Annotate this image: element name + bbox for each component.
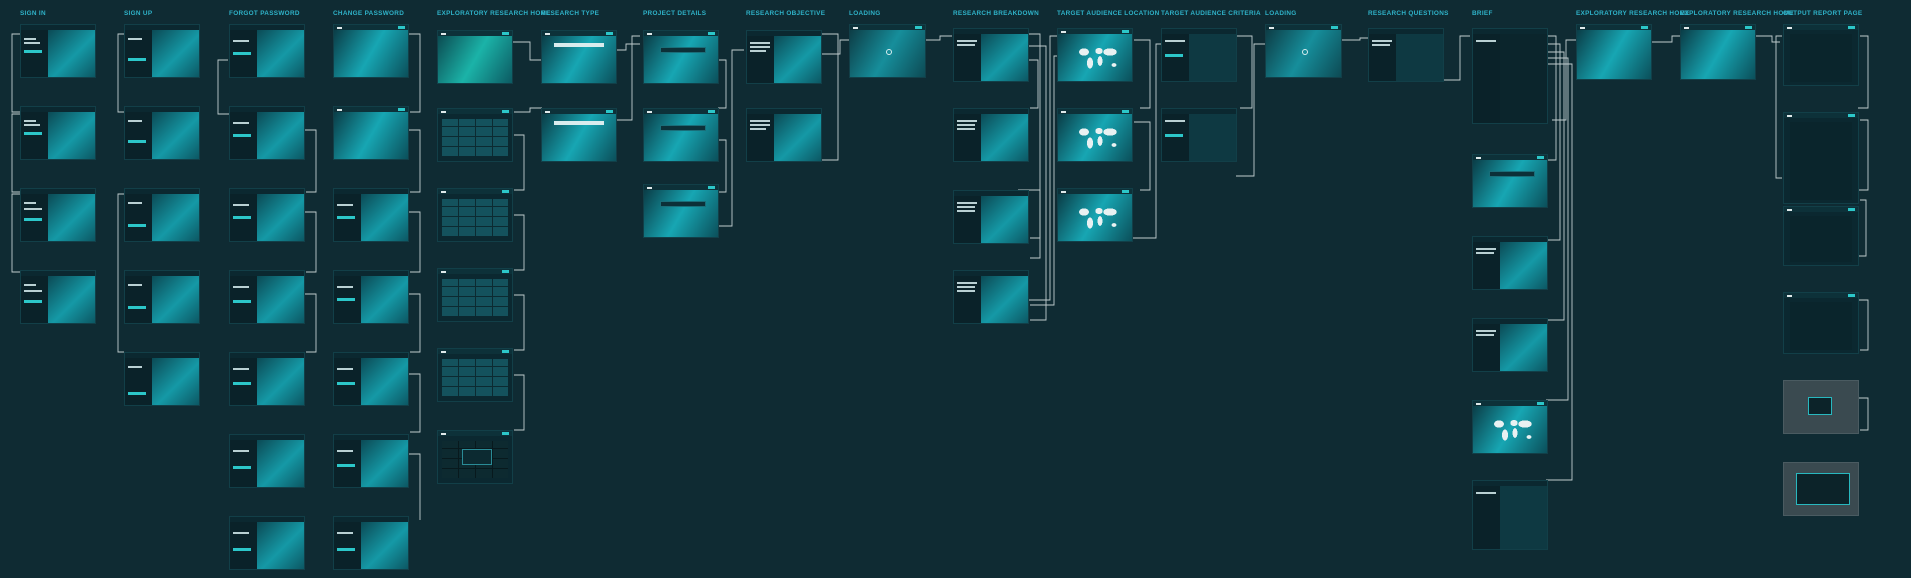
column-label-research-type: RESEARCH TYPE	[541, 10, 600, 17]
column-label-research-questions: RESEARCH QUESTIONS	[1368, 10, 1449, 17]
frame-exploratory-home-grid-4[interactable]	[437, 348, 513, 402]
frame-forgot-password-7[interactable]	[229, 516, 305, 570]
frame-brief-5[interactable]	[1472, 400, 1548, 454]
frame-output-report-2[interactable]	[1783, 112, 1859, 204]
frame-exploratory-home-grid-2[interactable]	[437, 188, 513, 242]
frame-research-breakdown-1[interactable]	[953, 28, 1029, 82]
frame-sign-in-2[interactable]	[20, 106, 96, 160]
frame-target-criteria-2[interactable]	[1161, 108, 1237, 162]
frame-output-report-1[interactable]	[1783, 24, 1859, 86]
frame-brief-2[interactable]	[1472, 154, 1548, 208]
column-label-exploratory-research-home-2: EXPLORATORY RESEARCH HOME	[1576, 10, 1690, 17]
frame-target-location-2[interactable]	[1057, 108, 1133, 162]
frame-project-details-1[interactable]	[643, 30, 719, 84]
column-label-exploratory-research-home: EXPLORATORY RESEARCH HOME	[437, 10, 551, 17]
frame-forgot-password-2[interactable]	[229, 106, 305, 160]
frame-sign-in-4[interactable]	[20, 270, 96, 324]
column-label-research-breakdown: RESEARCH BREAKDOWN	[953, 10, 1039, 17]
frame-sign-up-3[interactable]	[124, 188, 200, 242]
frame-exploratory-home-2[interactable]	[1576, 24, 1652, 80]
column-label-sign-in: SIGN IN	[20, 10, 46, 17]
frame-brief-6[interactable]	[1472, 480, 1548, 550]
flow-canvas: SIGN IN SIGN UP FORGOT PASSWORD CHANGE P…	[0, 0, 1911, 578]
frame-sign-up-4[interactable]	[124, 270, 200, 324]
frame-research-breakdown-2[interactable]	[953, 108, 1029, 162]
frame-exploratory-home-1[interactable]	[437, 30, 513, 84]
column-label-loading: LOADING	[849, 10, 881, 17]
column-label-project-details: PROJECT DETAILS	[643, 10, 707, 17]
frame-target-location-1[interactable]	[1057, 28, 1133, 82]
frame-sign-in-3[interactable]	[20, 188, 96, 242]
frame-exploratory-home-3[interactable]	[1680, 24, 1756, 80]
frame-research-breakdown-3[interactable]	[953, 190, 1029, 244]
frame-sign-up-2[interactable]	[124, 106, 200, 160]
frame-sign-in-1[interactable]	[20, 24, 96, 78]
frame-research-type-2[interactable]	[541, 108, 617, 162]
frame-change-password-7[interactable]	[333, 516, 409, 570]
column-label-target-audience-location: TARGET AUDIENCE LOCATION	[1057, 10, 1160, 17]
frame-change-password-6[interactable]	[333, 434, 409, 488]
column-label-research-objective: RESEARCH OBJECTIVE	[746, 10, 826, 17]
frame-output-report-4[interactable]	[1783, 292, 1859, 354]
frame-sign-up-1[interactable]	[124, 24, 200, 78]
frame-project-details-3[interactable]	[643, 184, 719, 238]
frame-research-objective-1[interactable]	[746, 30, 822, 84]
frame-forgot-password-3[interactable]	[229, 188, 305, 242]
column-label-loading-2: LOADING	[1265, 10, 1297, 17]
frame-brief-4[interactable]	[1472, 318, 1548, 372]
frame-exploratory-home-dark[interactable]	[437, 430, 513, 484]
frame-output-report-modal-2[interactable]	[1783, 462, 1859, 516]
frame-project-details-2[interactable]	[643, 108, 719, 162]
frame-change-password-1[interactable]	[333, 24, 409, 78]
frame-exploratory-home-grid-3[interactable]	[437, 268, 513, 322]
frame-brief-3[interactable]	[1472, 236, 1548, 290]
frame-forgot-password-5[interactable]	[229, 352, 305, 406]
frame-research-type-1[interactable]	[541, 30, 617, 84]
frame-research-questions-1[interactable]	[1368, 28, 1444, 82]
column-label-forgot-password: FORGOT PASSWORD	[229, 10, 300, 17]
column-label-change-password: CHANGE PASSWORD	[333, 10, 405, 17]
column-label-brief: BRIEF	[1472, 10, 1493, 17]
frame-research-objective-2[interactable]	[746, 108, 822, 162]
column-label-exploratory-research-home-3: EXPLORATORY RESEARCH HOME	[1680, 10, 1794, 17]
frame-change-password-3[interactable]	[333, 188, 409, 242]
frame-target-location-3[interactable]	[1057, 188, 1133, 242]
column-label-output-report-page: OUTPUT REPORT PAGE	[1783, 10, 1863, 17]
frame-loading-2[interactable]	[1265, 24, 1342, 78]
frame-sign-up-5[interactable]	[124, 352, 200, 406]
frame-output-report-3[interactable]	[1783, 206, 1859, 266]
frame-forgot-password-1[interactable]	[229, 24, 305, 78]
column-label-target-audience-criteria: TARGET AUDIENCE CRITERIA	[1161, 10, 1261, 17]
frame-loading-1[interactable]	[849, 24, 926, 78]
frame-forgot-password-4[interactable]	[229, 270, 305, 324]
frame-output-report-modal-1[interactable]	[1783, 380, 1859, 434]
frame-change-password-2[interactable]	[333, 106, 409, 160]
frame-exploratory-home-grid-1[interactable]	[437, 108, 513, 162]
frame-research-breakdown-4[interactable]	[953, 270, 1029, 324]
frame-change-password-4[interactable]	[333, 270, 409, 324]
frame-change-password-5[interactable]	[333, 352, 409, 406]
column-label-sign-up: SIGN UP	[124, 10, 153, 17]
frame-forgot-password-6[interactable]	[229, 434, 305, 488]
frame-target-criteria-1[interactable]	[1161, 28, 1237, 82]
frame-brief-1[interactable]	[1472, 28, 1548, 124]
